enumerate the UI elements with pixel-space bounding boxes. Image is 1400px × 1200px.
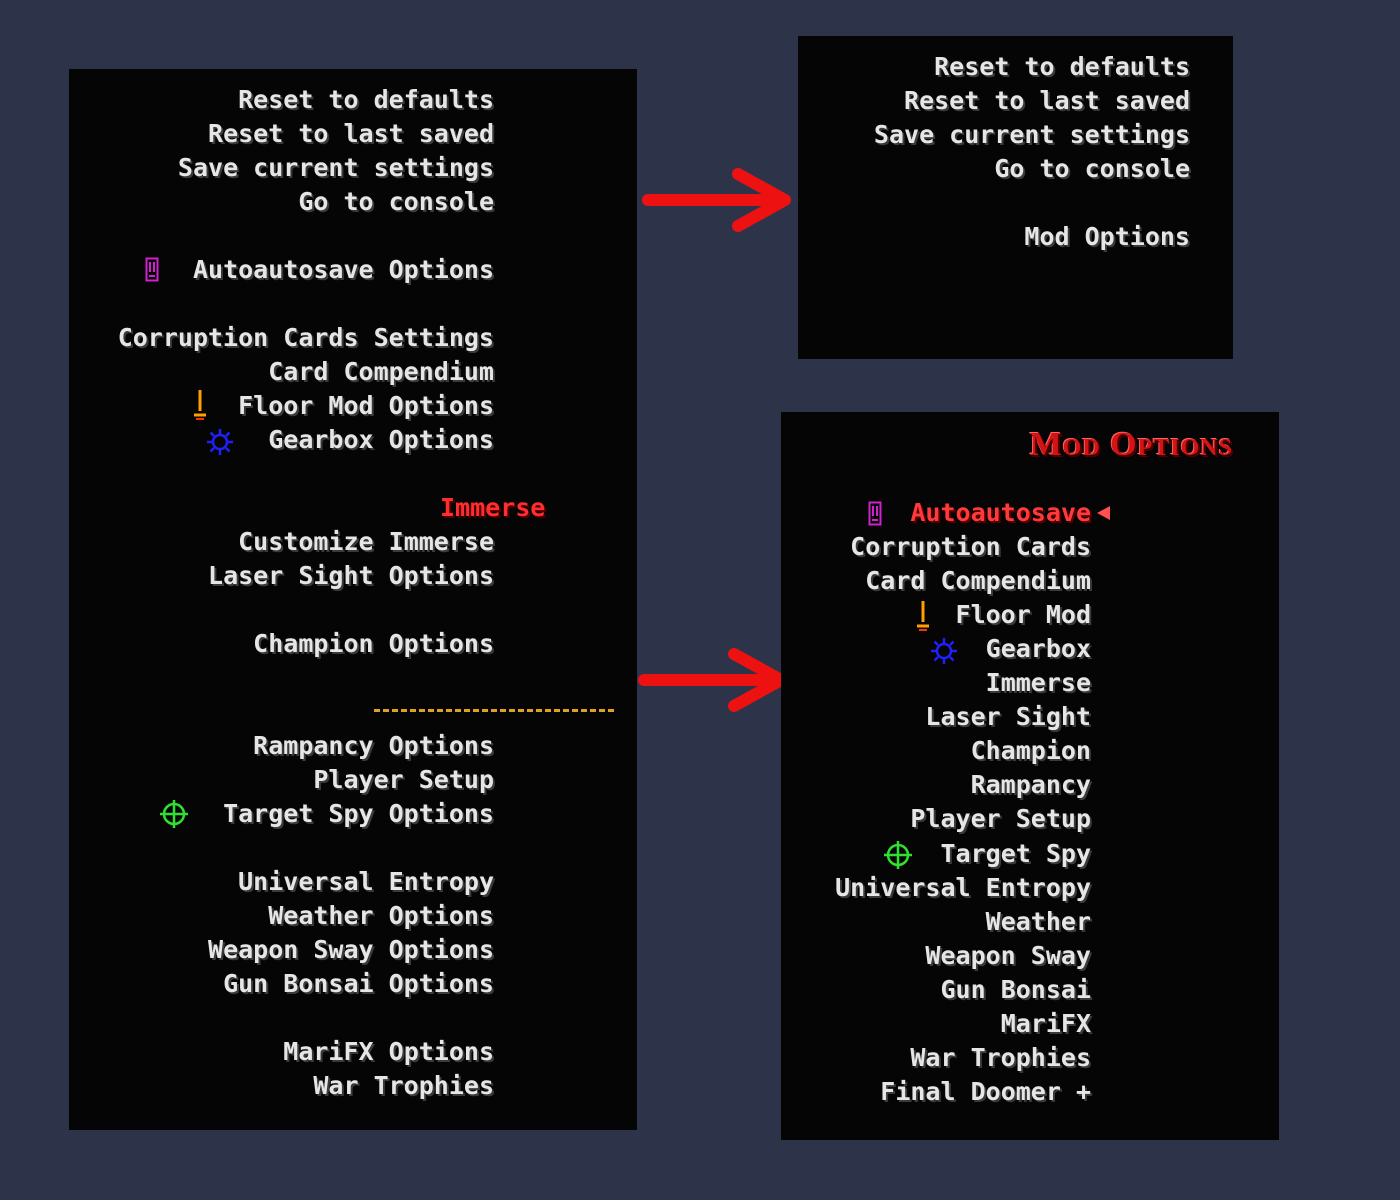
mod-option-item[interactable]: Weapon Sway [925, 939, 1091, 973]
mod-option-item[interactable]: Final Doomer + [880, 1075, 1091, 1109]
mod-option-item[interactable]: Gearbox [986, 632, 1091, 666]
floor-mod-icon [917, 601, 929, 631]
mod-option-item[interactable]: Laser Sight [925, 700, 1091, 734]
mod-option-item[interactable]: Card Compendium [865, 564, 1091, 598]
mod-option-item[interactable]: Target Spy [940, 837, 1091, 871]
bottom-transition-arrow-icon [638, 648, 787, 712]
full-options-menu-panel: Reset to defaults Reset to last saved Sa… [69, 69, 637, 1130]
mod-options-menu-panel: Mod Options Autoautosave Corruption Cards… [781, 412, 1279, 1140]
crosshair-icon [884, 841, 912, 869]
mod-option-item[interactable]: Rampancy [971, 768, 1091, 802]
gear-icon [207, 429, 233, 455]
mod-options-title: Mod Options [1029, 426, 1233, 463]
menu-item-card-compendium[interactable]: Card Compendium [268, 355, 494, 389]
menu-item-mod-options[interactable]: Mod Options [1024, 220, 1190, 254]
mod-option-item[interactable]: Autoautosave [910, 496, 1091, 530]
menu-item-corruption-cards-settings[interactable]: Corruption Cards Settings [118, 321, 494, 355]
menu-item-gun-bonsai-options[interactable]: Gun Bonsai Options [223, 967, 494, 1001]
menu-item-marifx-options[interactable]: MariFX Options [283, 1035, 494, 1069]
menu-item-customize-immerse[interactable]: Customize Immerse [238, 525, 494, 559]
mod-option-item[interactable]: Universal Entropy [835, 871, 1091, 905]
menu-item-save-current-settings[interactable]: Save current settings [874, 118, 1190, 152]
menu-item-champion-options[interactable]: Champion Options [253, 627, 494, 661]
menu-item-save-current-settings[interactable]: Save current settings [178, 151, 494, 185]
autoautosave-icon [868, 501, 882, 526]
menu-item-go-to-console[interactable]: Go to console [994, 152, 1190, 186]
gear-icon [931, 638, 957, 664]
menu-item-rampancy-options[interactable]: Rampancy Options [253, 729, 494, 763]
immerse-section-header: Immerse [440, 493, 546, 522]
menu-item-player-setup[interactable]: Player Setup [313, 763, 494, 797]
mod-option-item[interactable]: Corruption Cards [850, 530, 1091, 564]
menu-item-go-to-console[interactable]: Go to console [298, 185, 494, 219]
menu-item-war-trophies[interactable]: War Trophies [313, 1069, 494, 1103]
mod-option-item[interactable]: MariFX [1001, 1007, 1091, 1041]
menu-item-laser-sight-options[interactable]: Laser Sight Options [208, 559, 494, 593]
top-transition-arrow-icon [642, 168, 791, 232]
menu-item-reset-defaults[interactable]: Reset to defaults [238, 83, 494, 117]
mod-option-item[interactable]: Immerse [986, 666, 1091, 700]
menu-item-autoautosave-options[interactable]: Autoautosave Options [193, 253, 494, 287]
menu-item-weather-options[interactable]: Weather Options [268, 899, 494, 933]
mod-option-item[interactable]: Champion [971, 734, 1091, 768]
menu-item-gearbox-options[interactable]: Gearbox Options [268, 423, 494, 457]
crosshair-icon [160, 800, 188, 828]
menu-item-floor-mod-options[interactable]: Floor Mod Options [238, 389, 494, 423]
mod-option-item[interactable]: War Trophies [910, 1041, 1091, 1075]
menu-item-reset-last-saved[interactable]: Reset to last saved [904, 84, 1190, 118]
menu-item-target-spy-options[interactable]: Target Spy Options [223, 797, 494, 831]
condensed-options-menu-panel: Reset to defaults Reset to last saved Sa… [798, 36, 1233, 359]
menu-item-reset-last-saved[interactable]: Reset to last saved [208, 117, 494, 151]
menu-item-universal-entropy[interactable]: Universal Entropy [238, 865, 494, 899]
selection-cursor-icon [1097, 506, 1110, 520]
menu-item-weapon-sway-options[interactable]: Weapon Sway Options [208, 933, 494, 967]
autoautosave-icon [145, 257, 159, 282]
mod-option-item[interactable]: Player Setup [910, 802, 1091, 836]
mod-option-item[interactable]: Weather [986, 905, 1091, 939]
section-divider [374, 709, 614, 712]
mod-option-item[interactable]: Floor Mod [956, 598, 1091, 632]
mod-option-item[interactable]: Gun Bonsai [940, 973, 1091, 1007]
menu-item-reset-defaults[interactable]: Reset to defaults [934, 50, 1190, 84]
floor-mod-icon [194, 390, 206, 420]
